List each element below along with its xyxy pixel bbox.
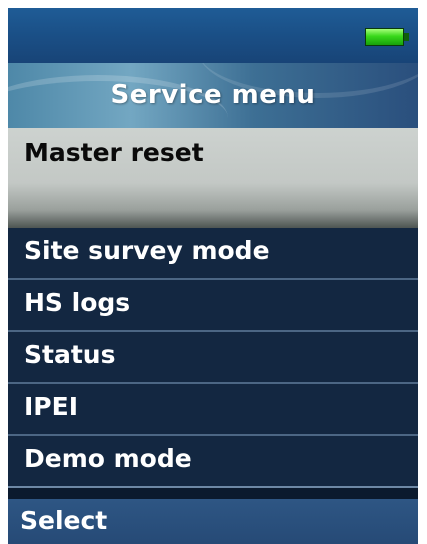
battery-full-icon [365, 28, 411, 48]
title-bar: Service menu [8, 63, 418, 128]
menu-item-label: Site survey mode [24, 236, 270, 265]
battery-tip [404, 33, 409, 41]
menu-item-hs-logs[interactable]: HS logs [8, 280, 418, 332]
menu-list: Site survey mode HS logs Status IPEI Dem… [8, 228, 418, 488]
menu-item-site-survey-mode[interactable]: Site survey mode [8, 228, 418, 280]
menu-item-label: HS logs [24, 288, 131, 317]
menu-item-status[interactable]: Status [8, 332, 418, 384]
menu-item-label: Status [24, 340, 116, 369]
softkey-bar: Select [8, 499, 418, 544]
menu-item-selected-master-reset[interactable]: Master reset [8, 128, 418, 228]
menu-item-ipei[interactable]: IPEI [8, 384, 418, 436]
page-title: Service menu [110, 80, 316, 110]
menu-item-demo-mode[interactable]: Demo mode [8, 436, 418, 488]
battery-body [365, 28, 404, 46]
phone-screen: Service menu Master reset Site survey mo… [8, 8, 418, 544]
select-softkey-button[interactable]: Select [20, 506, 107, 535]
status-bar [8, 8, 418, 63]
menu-item-label: Master reset [24, 138, 204, 167]
menu-item-label: IPEI [24, 392, 79, 421]
menu-item-label: Demo mode [24, 444, 192, 473]
